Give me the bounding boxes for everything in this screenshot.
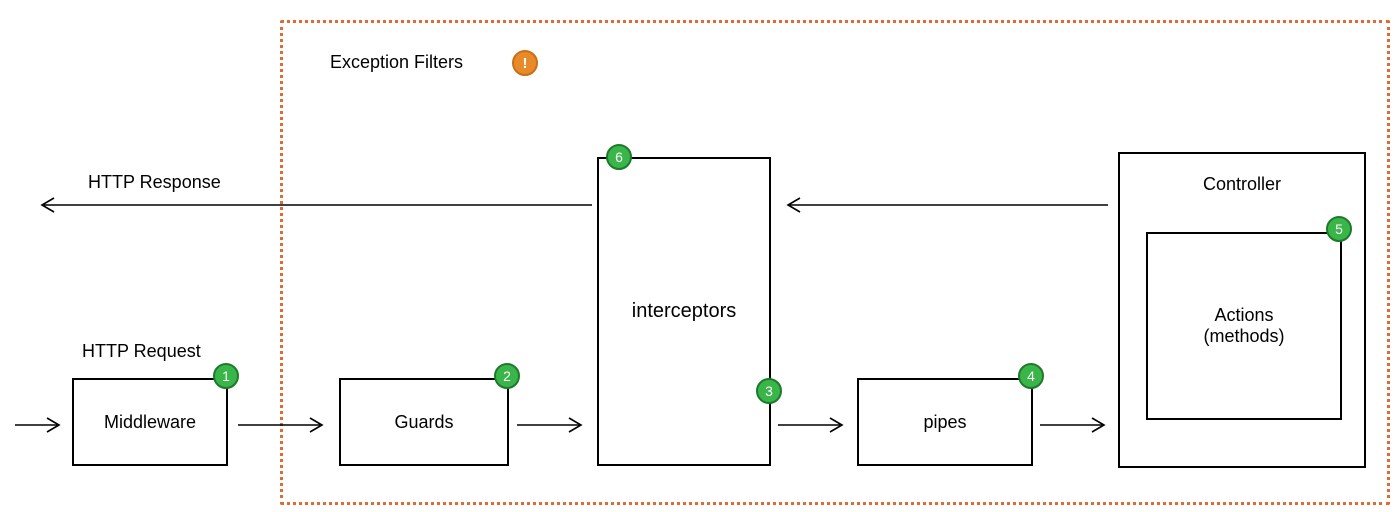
pipes-label: pipes xyxy=(923,412,966,433)
warn-icon: ! xyxy=(512,50,538,76)
http-response-label: HTTP Response xyxy=(88,172,221,193)
exception-filters-label: Exception Filters xyxy=(330,52,463,73)
badge-2: 2 xyxy=(494,363,520,389)
actions-box: Actions (methods) xyxy=(1146,232,1342,420)
arrow-in-middleware xyxy=(15,415,70,435)
arrow-guards-interceptors xyxy=(517,415,595,435)
arrow-middleware-guards xyxy=(238,415,333,435)
badge-3: 3 xyxy=(756,378,782,404)
arrow-controller-interceptors xyxy=(778,195,1118,215)
badge-6: 6 xyxy=(606,144,632,170)
arrow-http-response-out xyxy=(32,195,597,215)
badge-4: 4 xyxy=(1018,363,1044,389)
middleware-box: Middleware xyxy=(72,378,228,466)
pipes-box: pipes xyxy=(857,378,1033,466)
middleware-label: Middleware xyxy=(104,412,196,433)
guards-box: Guards xyxy=(339,378,509,466)
arrow-interceptors-pipes xyxy=(778,415,856,435)
guards-label: Guards xyxy=(394,412,453,433)
request-lifecycle-diagram: Exception Filters ! HTTP Response HTTP R… xyxy=(0,0,1397,512)
controller-title: Controller xyxy=(1120,174,1364,195)
controller-box: Controller Actions (methods) xyxy=(1118,152,1366,468)
arrow-pipes-controller xyxy=(1040,415,1118,435)
badge-1: 1 xyxy=(213,363,239,389)
interceptors-label: interceptors xyxy=(632,300,737,323)
badge-5: 5 xyxy=(1326,216,1352,242)
actions-label: Actions (methods) xyxy=(1203,305,1284,347)
interceptors-box: interceptors xyxy=(597,157,771,466)
http-request-label: HTTP Request xyxy=(82,341,201,362)
